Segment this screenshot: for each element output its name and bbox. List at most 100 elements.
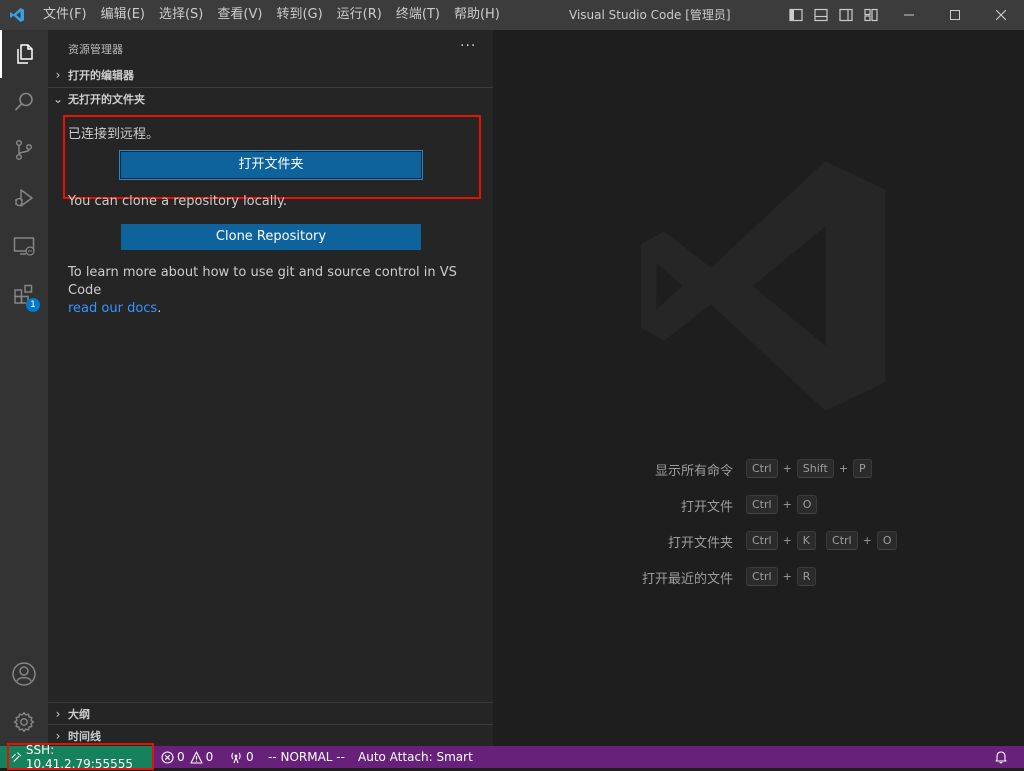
menu-help[interactable]: 帮助(H): [447, 0, 507, 30]
bell-icon: [995, 751, 1007, 764]
read-docs-link[interactable]: read our docs: [68, 301, 157, 316]
key: Ctrl: [746, 459, 778, 478]
remote-explorer-icon: [13, 237, 35, 256]
window-controls: [886, 0, 1024, 30]
key: Ctrl: [826, 531, 858, 550]
menu-view[interactable]: 查看(V): [210, 0, 269, 30]
title-bar: 文件(F) 编辑(E) 选择(S) 查看(V) 转到(G) 运行(R) 终端(T…: [0, 0, 1024, 30]
activity-explorer[interactable]: [0, 30, 48, 78]
error-count: 0: [177, 750, 185, 764]
more-actions-button[interactable]: ···: [460, 38, 476, 54]
shortcut-keys: Ctrl + R: [746, 567, 817, 586]
close-button[interactable]: [978, 0, 1024, 30]
problems-indicator[interactable]: 0 0: [161, 746, 213, 768]
search-icon: [14, 92, 33, 111]
vscode-watermark-icon: [640, 161, 886, 411]
learn-text: To learn more about how to use git and s…: [68, 265, 457, 298]
activity-accounts[interactable]: [0, 650, 48, 698]
ports-count: 0: [246, 750, 254, 764]
broadcast-icon: [231, 752, 241, 763]
key: Ctrl: [746, 495, 778, 514]
section-timeline-label: 时间线: [68, 730, 101, 743]
status-bar: SSH: 10.41.2.79:55555 0 0 0 -- NORMAL --…: [0, 743, 1024, 771]
maximize-button[interactable]: [932, 0, 978, 30]
menu-terminal[interactable]: 终端(T): [389, 0, 447, 30]
key: Shift: [796, 459, 834, 478]
run-debug-icon: [15, 189, 33, 207]
section-outline-label: 大纲: [68, 708, 90, 721]
section-open-editors-label: 打开的编辑器: [68, 69, 134, 82]
layout-controls: [788, 7, 888, 23]
menu-selection[interactable]: 选择(S): [152, 0, 210, 30]
shortcut-label: 打开文件: [680, 500, 733, 515]
section-no-folder[interactable]: ⌄ 无打开的文件夹: [48, 87, 493, 110]
notifications-button[interactable]: [994, 746, 1008, 768]
key: Ctrl: [746, 531, 778, 550]
menu-run[interactable]: 运行(R): [330, 0, 389, 30]
toggle-secondary-sidebar-icon[interactable]: [838, 7, 854, 23]
key: O: [876, 531, 898, 550]
sidebar-title: 资源管理器: [68, 43, 123, 56]
vscode-logo-icon: [10, 8, 24, 22]
learn-message: To learn more about how to use git and s…: [68, 264, 478, 318]
key: O: [796, 495, 818, 514]
chevron-right-icon: ›: [55, 68, 61, 82]
chevron-right-icon: ›: [55, 707, 61, 721]
menu-go[interactable]: 转到(G): [269, 0, 329, 30]
settings-gear-icon: [13, 711, 35, 733]
activity-source-control[interactable]: [0, 126, 48, 174]
activity-extensions[interactable]: 1: [0, 270, 48, 318]
menu-edit[interactable]: 编辑(E): [94, 0, 152, 30]
shortcut-keys: Ctrl + K Ctrl + O: [746, 531, 898, 550]
section-outline[interactable]: › 大纲: [48, 702, 493, 725]
key: K: [796, 531, 817, 550]
shortcut-keys: Ctrl + O: [746, 495, 818, 514]
source-control-icon: [15, 139, 33, 161]
activity-run-debug[interactable]: [0, 174, 48, 222]
chevron-down-icon: ⌄: [52, 92, 64, 106]
highlight-box-remote: [7, 743, 154, 770]
warning-count: 0: [205, 750, 214, 764]
minimize-icon: [904, 14, 914, 16]
shortcut-open-recent: 打开最近的文件 Ctrl + R: [493, 567, 1024, 587]
explorer-sidebar: 资源管理器 ··· › 打开的编辑器 ⌄ 无打开的文件夹 已连接到远程。 打开文…: [48, 30, 493, 746]
window-title: Visual Studio Code [管理员]: [569, 8, 731, 22]
activity-manage[interactable]: [0, 698, 48, 746]
chevron-right-icon: ›: [55, 729, 61, 743]
clone-message: You can clone a repository locally.: [68, 194, 287, 209]
section-no-folder-label: 无打开的文件夹: [68, 93, 145, 106]
key: Ctrl: [746, 567, 778, 586]
vim-mode[interactable]: -- NORMAL --: [268, 746, 345, 768]
ports-indicator[interactable]: 0: [229, 746, 254, 768]
toggle-primary-sidebar-icon[interactable]: [788, 7, 804, 23]
learn-period: .: [157, 301, 162, 316]
highlight-box-open-folder: [63, 115, 481, 199]
customize-layout-icon[interactable]: [863, 7, 879, 23]
shortcut-open-file: 打开文件 Ctrl + O: [493, 495, 1024, 515]
shortcut-open-folder: 打开文件夹 Ctrl + K Ctrl + O: [493, 531, 1024, 551]
maximize-icon: [950, 10, 960, 20]
shortcut-label: 打开最近的文件: [641, 572, 733, 587]
explorer-icon: [17, 44, 33, 64]
error-icon: [161, 750, 174, 764]
close-icon: [996, 10, 1006, 20]
menu-bar: 文件(F) 编辑(E) 选择(S) 查看(V) 转到(G) 运行(R) 终端(T…: [36, 0, 507, 30]
account-icon: [12, 662, 36, 686]
shortcut-label: 显示所有命令: [654, 464, 733, 479]
key: R: [796, 567, 817, 586]
section-open-editors[interactable]: › 打开的编辑器: [48, 64, 493, 86]
minimize-button[interactable]: [886, 0, 932, 30]
shortcut-keys: Ctrl + Shift + P: [746, 459, 872, 478]
key: P: [853, 459, 872, 478]
activity-search[interactable]: [0, 78, 48, 126]
extensions-badge: 1: [26, 298, 40, 312]
activity-bar: 1: [0, 30, 48, 746]
auto-attach[interactable]: Auto Attach: Smart: [358, 746, 473, 768]
clone-repository-button[interactable]: Clone Repository: [121, 224, 421, 250]
menu-file[interactable]: 文件(F): [36, 0, 94, 30]
shortcut-label: 打开文件夹: [667, 536, 733, 551]
shortcut-show-all-commands: 显示所有命令 Ctrl + Shift + P: [493, 459, 1024, 479]
activity-remote-explorer[interactable]: [0, 222, 48, 270]
toggle-panel-icon[interactable]: [813, 7, 829, 23]
editor-area: 显示所有命令 Ctrl + Shift + P 打开文件 Ctrl + O 打开文件夹…: [493, 30, 1024, 746]
